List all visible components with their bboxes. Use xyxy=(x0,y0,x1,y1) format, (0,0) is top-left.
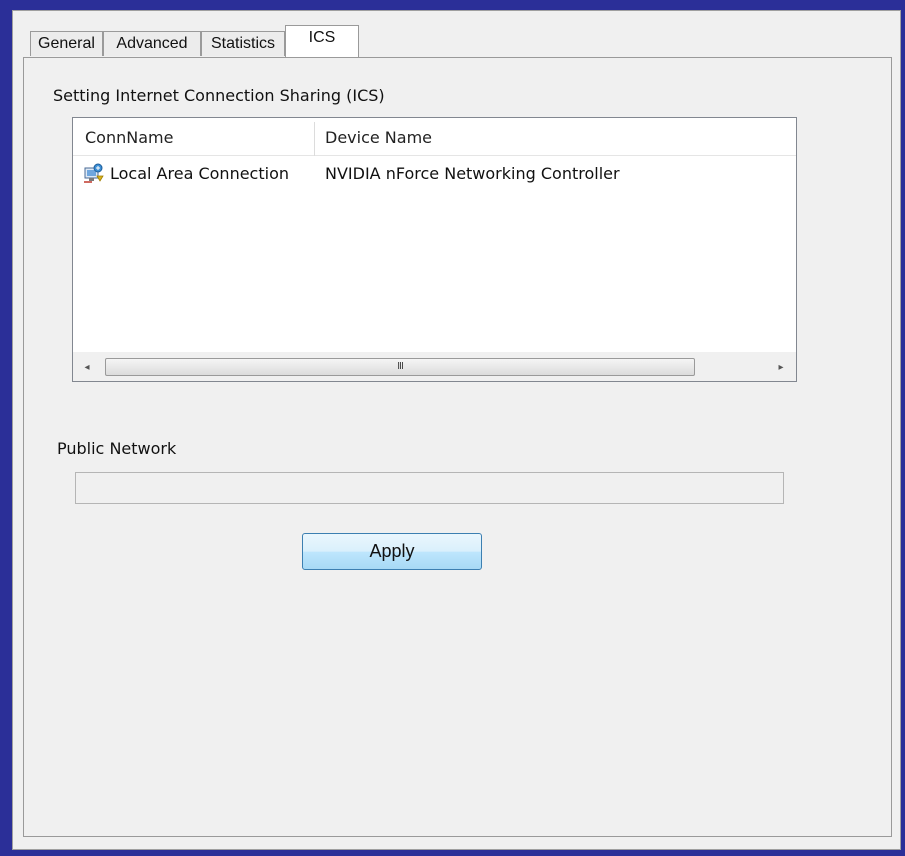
tab-advanced[interactable]: Advanced xyxy=(103,31,201,56)
horizontal-scrollbar[interactable]: ◂ III ▸ xyxy=(73,352,796,381)
scroll-left-icon[interactable]: ◂ xyxy=(79,359,95,376)
public-network-label: Public Network xyxy=(57,439,177,458)
list-header: ConnName Device Name xyxy=(73,118,796,156)
tab-statistics[interactable]: Statistics xyxy=(201,31,285,56)
network-connection-icon xyxy=(84,163,104,183)
cell-device-name: NVIDIA nForce Networking Controller xyxy=(325,164,620,183)
section-title: Setting Internet Connection Sharing (ICS… xyxy=(53,86,385,105)
column-header-device-name[interactable]: Device Name xyxy=(325,128,432,147)
connection-list[interactable]: ConnName Device Name Local Area Connecti… xyxy=(72,117,797,382)
list-item[interactable]: Local Area Connection NVIDIA nForce Netw… xyxy=(73,158,796,188)
scrollbar-thumb[interactable]: III xyxy=(105,358,695,376)
apply-button[interactable]: Apply xyxy=(302,533,482,570)
tab-general[interactable]: General xyxy=(30,31,103,56)
public-network-field[interactable] xyxy=(75,472,784,504)
scrollbar-grip-icon: III xyxy=(397,361,404,372)
scroll-right-icon[interactable]: ▸ xyxy=(773,359,789,376)
column-divider[interactable] xyxy=(314,122,315,156)
tab-ics[interactable]: ICS xyxy=(285,25,359,57)
cell-connname: Local Area Connection xyxy=(110,164,289,183)
column-header-connname[interactable]: ConnName xyxy=(85,128,173,147)
